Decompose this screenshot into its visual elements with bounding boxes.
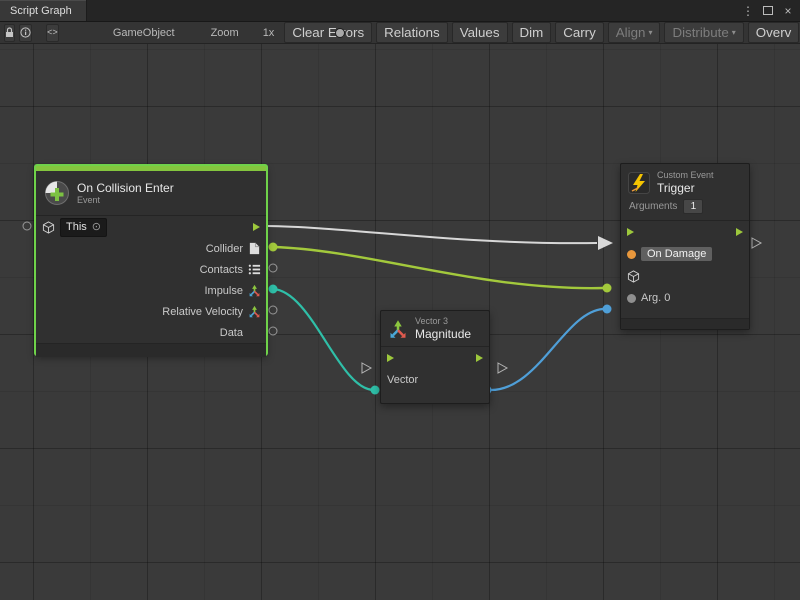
code-view-icon[interactable]: <> [46, 24, 59, 42]
tab-title: Script Graph [10, 5, 72, 17]
node-footer [36, 343, 266, 357]
info-icon[interactable] [19, 24, 32, 42]
port-data-output[interactable] [269, 327, 277, 335]
port-label-relative-velocity: Relative Velocity [162, 306, 243, 318]
port-label-contacts: Contacts [200, 264, 243, 276]
lock-icon[interactable] [4, 24, 15, 42]
target-value: This [66, 221, 87, 233]
wire-impulse-to-vector[interactable] [273, 289, 373, 390]
kebab-menu-icon[interactable]: ⋮ [740, 3, 756, 19]
vector3-icon [248, 305, 261, 318]
node-footer [621, 318, 749, 329]
arg0-label: Arg. 0 [641, 292, 670, 304]
window-controls: ⋮ × [740, 0, 800, 21]
port-vector-flow-out[interactable] [498, 363, 507, 373]
cube-icon [42, 221, 55, 234]
chevron-down-icon: ▾ [648, 28, 652, 37]
target-dropdown[interactable]: This ⊙ [60, 218, 107, 237]
window-tab-bar: Script Graph ⋮ × [0, 0, 800, 22]
dim-button[interactable]: Dim [512, 22, 552, 43]
graph-toolbar: <> GameObject Zoom 1x Clear Errors Relat… [0, 22, 800, 44]
wire-arrowhead [598, 236, 613, 250]
port-label-collider: Collider [206, 243, 243, 255]
port-vector-flow-in[interactable] [362, 363, 371, 373]
node-trigger-custom-event[interactable]: Custom Event Trigger Arguments 1 On Dama… [620, 163, 750, 330]
maximize-glyph [763, 6, 773, 15]
flow-output-port[interactable] [253, 223, 260, 231]
event-name-field[interactable]: On Damage [641, 247, 712, 261]
flow-output-port[interactable] [476, 354, 483, 362]
collision-event-icon [44, 180, 70, 206]
port-this-input[interactable] [23, 222, 31, 230]
wire-flow-to-trigger[interactable] [267, 226, 597, 243]
distribute-label: Distribute [672, 25, 728, 40]
object-picker-icon[interactable]: ⊙ [92, 222, 101, 233]
node-subtitle: Event [77, 195, 174, 206]
arg0-port[interactable] [627, 294, 636, 303]
port-collider-output[interactable] [269, 243, 278, 252]
chevron-down-icon: ▾ [732, 28, 736, 37]
node-category: Custom Event [657, 170, 714, 181]
relations-button[interactable]: Relations [376, 22, 448, 43]
wire-collider-to-target[interactable] [273, 247, 604, 288]
port-label-vector: Vector [387, 374, 418, 386]
vector3-icon [388, 319, 408, 339]
maximize-icon[interactable] [760, 3, 776, 19]
zoom-slider-knob[interactable] [335, 28, 345, 38]
align-label: Align [616, 25, 646, 40]
align-button[interactable]: Align ▾ [608, 22, 661, 43]
wire-magnitude-to-arg0[interactable] [489, 309, 603, 390]
node-on-collision-enter[interactable]: On Collision Enter Event This ⊙ Collider… [35, 165, 267, 355]
node-title: Magnitude [415, 327, 471, 341]
lightning-icon [628, 172, 650, 194]
port-vector-input[interactable] [371, 386, 380, 395]
values-button[interactable]: Values [452, 22, 508, 43]
zoom-value: 1x [263, 27, 275, 39]
list-icon [248, 263, 261, 276]
carry-button[interactable]: Carry [555, 22, 604, 43]
event-name-port[interactable] [627, 250, 636, 259]
vector3-icon [248, 284, 261, 297]
port-contacts-output[interactable] [269, 264, 277, 272]
lock-glyph [5, 27, 14, 38]
port-arg0-input-connected[interactable] [603, 305, 612, 314]
graph-canvas[interactable]: On Collision Enter Event This ⊙ Collider… [0, 44, 800, 600]
node-title: On Collision Enter [77, 181, 174, 195]
overview-button[interactable]: Overv [748, 22, 800, 43]
flow-output-port[interactable] [736, 228, 743, 236]
distribute-button[interactable]: Distribute ▾ [664, 22, 743, 43]
clear-errors-button[interactable]: Clear Errors [284, 22, 372, 43]
arguments-label: Arguments [629, 201, 677, 212]
flow-input-port[interactable] [387, 354, 394, 362]
port-impulse-output[interactable] [269, 285, 278, 294]
node-vector3-magnitude[interactable]: Vector 3 Magnitude Vector [380, 310, 490, 404]
gameobject-label: GameObject [113, 27, 175, 39]
port-relative-velocity-output[interactable] [269, 306, 277, 314]
close-icon[interactable]: × [780, 3, 796, 19]
tab-script-graph[interactable]: Script Graph [0, 0, 87, 21]
document-icon [248, 242, 261, 255]
arguments-field[interactable]: 1 [683, 199, 703, 214]
info-glyph [20, 27, 31, 38]
node-title: Trigger [657, 181, 714, 195]
port-trigger-flow-out[interactable] [752, 238, 761, 248]
zoom-label: Zoom [211, 27, 239, 39]
node-category: Vector 3 [415, 316, 471, 327]
port-label-impulse: Impulse [204, 285, 243, 297]
flow-input-port[interactable] [627, 228, 634, 236]
port-target-input-connected[interactable] [603, 284, 612, 293]
tab-bar-spacer [87, 0, 740, 21]
empty-icon-slot [248, 326, 261, 339]
cube-icon [627, 270, 640, 283]
port-label-data: Data [220, 327, 243, 339]
